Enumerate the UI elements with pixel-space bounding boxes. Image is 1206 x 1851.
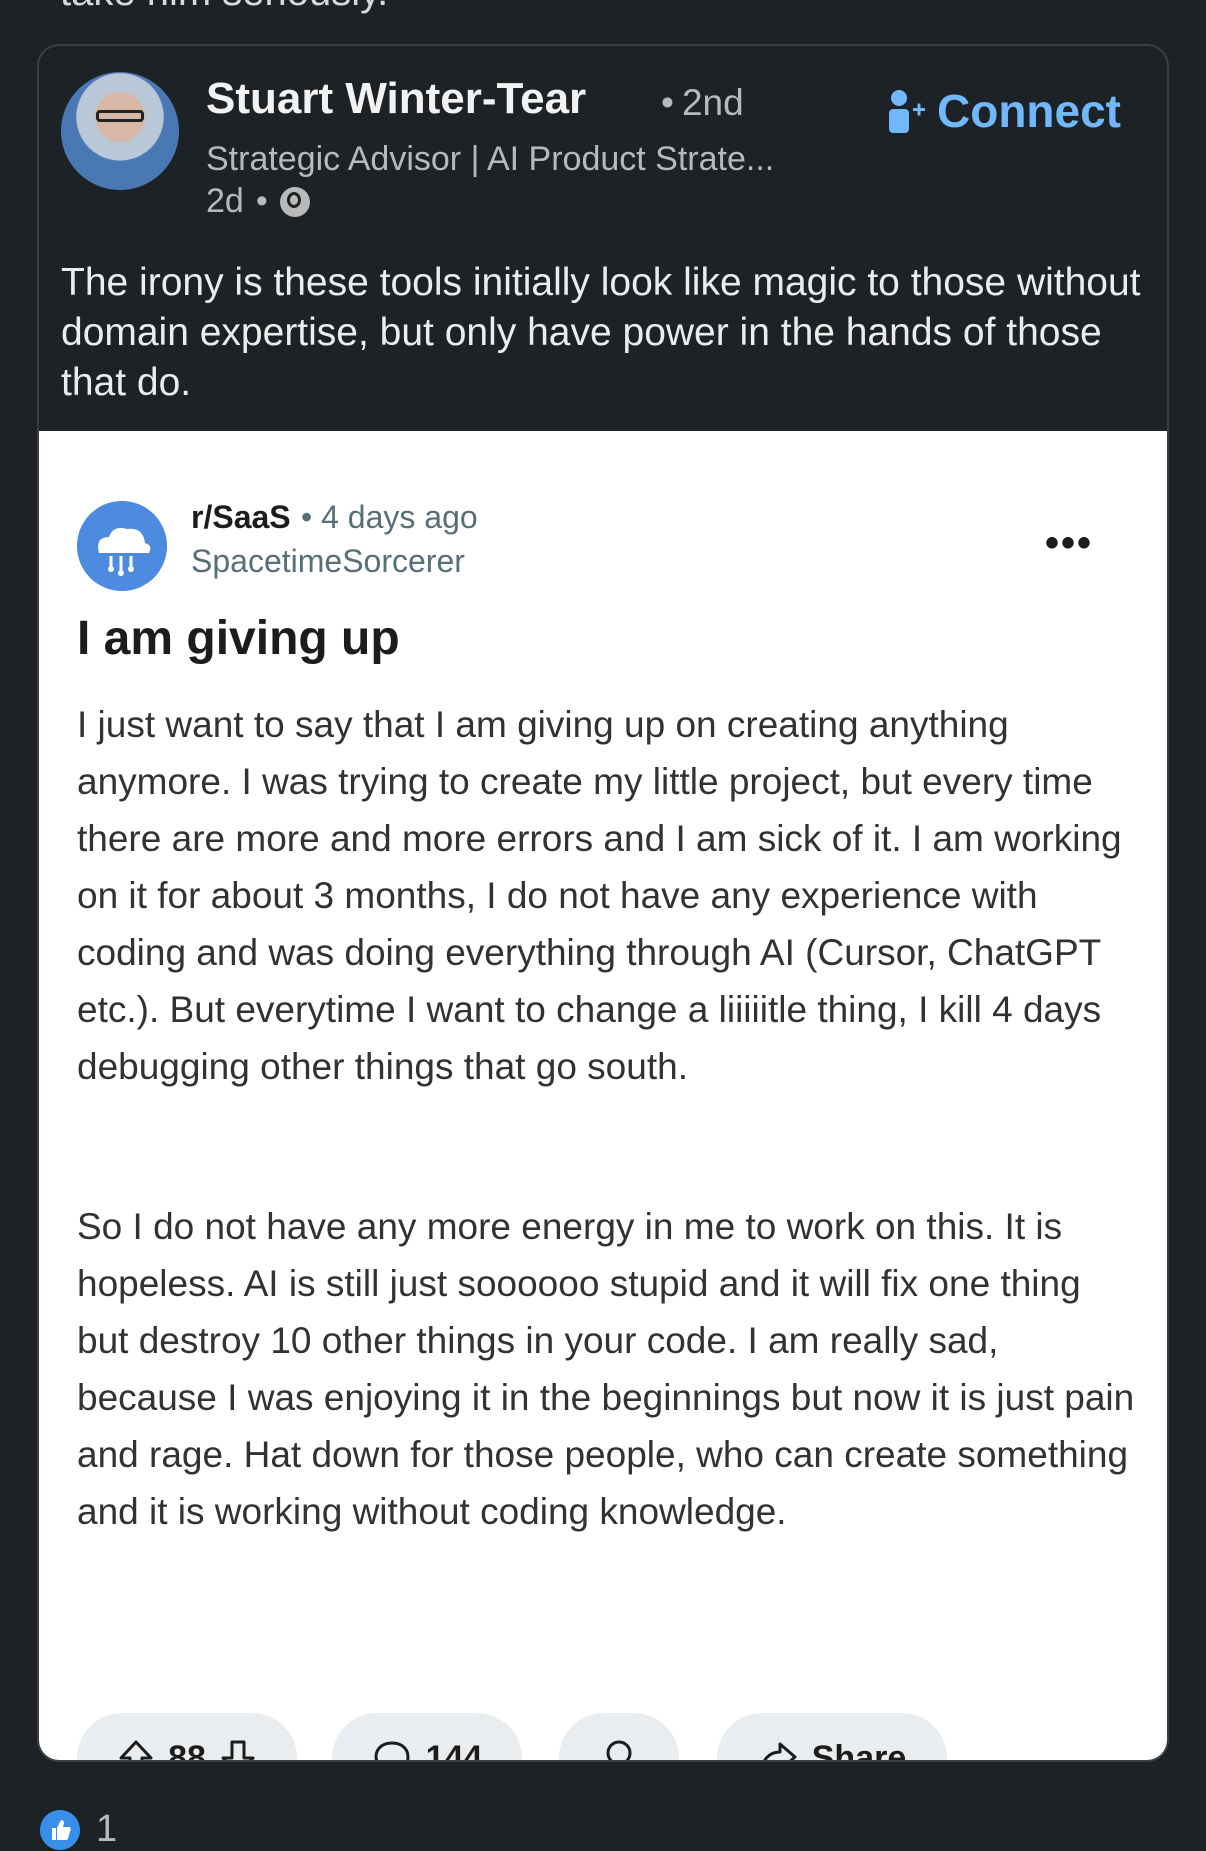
post-age: • 4 days ago (301, 499, 478, 535)
reddit-username: SpacetimeSorcerer (191, 543, 465, 579)
post-body-paragraph: So I do not have any more energy in me t… (77, 1206, 1135, 1532)
meta-separator: • (255, 182, 268, 220)
award-pill (559, 1713, 679, 1760)
avatar[interactable] (61, 72, 179, 190)
reddit-action-bar: 88 144 Share (77, 1713, 1137, 1762)
connection-degree: • 2nd (661, 82, 744, 123)
vote-pill: 88 (77, 1713, 297, 1762)
subreddit-avatar (77, 501, 167, 591)
share-pill: Share (717, 1713, 947, 1762)
add-person-icon (889, 90, 925, 133)
truncated-previous-text: take him seriously. (60, 0, 388, 15)
more-options-icon: ••• (1044, 521, 1093, 565)
author-name[interactable]: Stuart Winter-Tear (206, 74, 586, 124)
post-body-paragraph: I just want to say that I am giving up o… (77, 704, 1122, 1087)
comment-text: The irony is these tools initially look … (61, 261, 1141, 404)
comment-bubble-icon (374, 1741, 410, 1760)
like-reaction-icon (40, 1809, 80, 1850)
comment-card: Stuart Winter-Tear • 2nd Strategic Adviso… (37, 44, 1169, 1762)
author-header: Stuart Winter-Tear • 2nd Strategic Adviso… (61, 66, 1151, 226)
post-time: 2d (206, 182, 244, 220)
connect-label: Connect (937, 85, 1121, 137)
globe-icon (279, 186, 310, 217)
reaction-count: 1 (96, 1808, 118, 1850)
downvote-icon (221, 1740, 255, 1760)
upvote-icon (119, 1740, 153, 1760)
share-label: Share (811, 1738, 907, 1762)
subreddit-name: r/SaaS (191, 499, 291, 535)
share-arrow-icon (762, 1742, 797, 1760)
post-meta: 2d • (206, 182, 310, 221)
award-icon (606, 1740, 632, 1760)
post-title: I am giving up (77, 612, 400, 665)
comment-count: 144 (425, 1738, 483, 1762)
connect-button[interactable]: Connect (887, 84, 1121, 138)
author-headline: Strategic Advisor | AI Product Strate... (206, 140, 775, 178)
shared-reddit-screenshot[interactable]: r/SaaS • 4 days ago SpacetimeSorcerer ••… (39, 431, 1167, 1762)
upvote-count: 88 (168, 1738, 206, 1762)
reactions-bar[interactable]: 1 (40, 1808, 117, 1851)
comments-pill: 144 (332, 1713, 522, 1762)
